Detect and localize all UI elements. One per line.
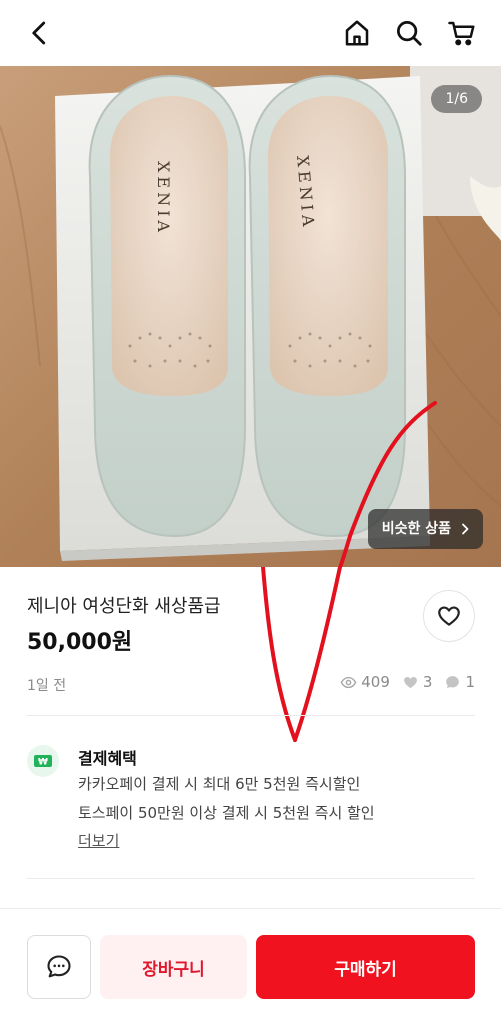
payment-benefit-icon: ₩ [27, 745, 59, 777]
search-icon [397, 21, 422, 46]
add-to-cart-button[interactable]: 장바구니 [100, 935, 247, 999]
benefit-line: 카카오페이 결제 시 최대 6만 5천원 즉시할인 [78, 775, 361, 793]
posted-time: 1일 전 [27, 678, 67, 694]
likes-stat: 3 [402, 673, 433, 691]
buy-button[interactable]: 구매하기 [256, 935, 475, 999]
money-icon: ₩ [34, 755, 52, 768]
heart-filled-icon [404, 676, 417, 688]
svg-text:₩: ₩ [38, 758, 48, 768]
chats-stat: 1 [444, 673, 475, 691]
likes-count: 3 [422, 673, 433, 691]
chat-icon [47, 955, 71, 978]
chat-button[interactable] [27, 935, 91, 999]
heart-icon [438, 606, 460, 626]
home-icon [345, 20, 369, 46]
insole-brand-left: XENIA [154, 161, 173, 236]
home-button[interactable] [337, 13, 377, 53]
top-bar [0, 0, 501, 66]
divider [26, 878, 475, 879]
chevron-right-icon [462, 523, 469, 535]
benefit-line: 토스페이 50만원 이상 결제 시 5천원 즉시 할인 [78, 804, 375, 822]
product-stats: 409 3 1 [332, 673, 475, 691]
views-stat: 409 [340, 673, 390, 691]
benefit-title: 결제혜택 [78, 749, 137, 768]
image-counter: 1/6 [431, 85, 482, 113]
product-price: 50,000원 [27, 630, 133, 655]
product-title: 제니아 여성단화 새상품급 [27, 596, 221, 617]
cart-icon [448, 21, 475, 46]
product-image-gallery[interactable]: XENIA XENIA 1/6 비슷한 상품 [0, 66, 501, 567]
similar-products-button[interactable]: 비슷한 상품 [367, 509, 483, 549]
divider [26, 715, 475, 716]
more-link[interactable]: 더보기 [78, 830, 119, 851]
views-count: 409 [361, 673, 390, 691]
eye-icon [340, 676, 357, 688]
cart-button[interactable] [442, 13, 482, 53]
chats-count: 1 [465, 673, 475, 691]
similar-products-label: 비슷한 상품 [381, 521, 451, 537]
back-button[interactable] [20, 13, 60, 53]
like-button[interactable] [423, 590, 475, 642]
chat-bubble-icon [446, 675, 460, 688]
product-photo: XENIA XENIA [0, 66, 501, 567]
bottom-action-bar: 장바구니 구매하기 [0, 908, 501, 1025]
chevron-left-icon [32, 21, 46, 45]
search-button[interactable] [389, 13, 429, 53]
